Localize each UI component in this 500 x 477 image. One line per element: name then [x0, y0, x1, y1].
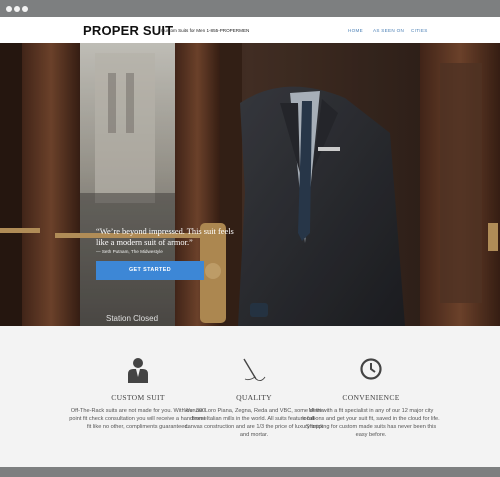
footer-bar [0, 467, 500, 477]
get-started-button[interactable]: GET STARTED [96, 261, 204, 280]
suit-person-icon [128, 358, 148, 383]
feature-description: Meet with a fit specialist in any of our… [302, 408, 440, 438]
brand-tagline: Custom Suits for Men 1-855-PROPERMEN [161, 28, 250, 33]
needle-thread-icon [243, 358, 266, 382]
nav-as-seen-on-link[interactable]: AS SEEN ON [373, 28, 404, 33]
nav-cities-link[interactable]: CITIES [411, 28, 428, 33]
features-section: CUSTOM SUIT Off-The-Rack suits are not m… [0, 326, 500, 467]
brand-logo[interactable]: PROPER SUIT [83, 23, 173, 38]
hero-photo: Station Closed [0, 43, 500, 326]
nav-home-link[interactable]: HOME [348, 28, 363, 33]
testimonial-quote: “We’re beyond impressed. This suit feels… [96, 227, 234, 247]
top-navbar: PROPER SUIT Custom Suits for Men 1-855-P… [0, 17, 500, 43]
window-dot-icon [6, 6, 12, 12]
testimonial-attribution: — Seth Putnam, The Midwestyle [96, 249, 163, 254]
window-dot-icon [14, 6, 20, 12]
window-dot-icon [22, 6, 28, 12]
clock-icon [360, 358, 382, 380]
browser-chrome [0, 0, 500, 17]
feature-title: CONVENIENCE [342, 393, 400, 402]
hero-banner: Station Closed “We’re beyond impressed. … [0, 43, 500, 326]
